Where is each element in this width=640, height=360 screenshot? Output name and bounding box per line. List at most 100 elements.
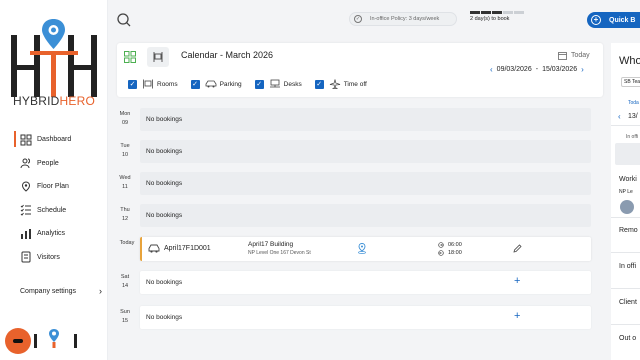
schedule-icon bbox=[20, 204, 31, 217]
working-label: Worki bbox=[619, 176, 637, 183]
day-cell[interactable]: No bookings bbox=[140, 140, 591, 163]
booking-id: April17F1D001 bbox=[164, 245, 211, 252]
range-start: 09/03/2026 bbox=[496, 66, 532, 73]
search-icon[interactable] bbox=[116, 12, 132, 28]
calendar-title: Calendar - March 2026 bbox=[181, 50, 274, 60]
filter-label: Time off bbox=[343, 80, 367, 88]
company-settings[interactable]: Company settings › bbox=[20, 286, 102, 296]
parking-car-icon bbox=[205, 80, 216, 88]
divider bbox=[611, 324, 640, 325]
no-bookings-text: No bookings bbox=[146, 314, 183, 321]
checkbox-checked-icon[interactable]: ✓ bbox=[128, 79, 137, 89]
day-label: Tue 10 bbox=[120, 143, 130, 158]
no-bookings-text: No bookings bbox=[146, 180, 183, 187]
sidebar-nav: Dashboard People Floor Plan Schedule Ana… bbox=[0, 128, 108, 269]
no-bookings-text: No bookings bbox=[146, 279, 183, 286]
day-label: Today bbox=[119, 240, 135, 246]
day-label: Sun 15 bbox=[120, 309, 130, 324]
visitors-icon bbox=[21, 251, 31, 263]
checkbox-checked-icon[interactable]: ✓ bbox=[190, 79, 200, 89]
checkbox-checked-icon[interactable]: ✓ bbox=[254, 79, 264, 89]
meeting-room-icon bbox=[153, 52, 163, 62]
divider bbox=[611, 125, 640, 126]
day-cell[interactable]: No bookings bbox=[140, 172, 591, 195]
filter-label: Parking bbox=[219, 80, 242, 88]
filter-desks[interactable]: ✓ Desks bbox=[254, 79, 302, 89]
days-progress-bar bbox=[470, 11, 524, 14]
remote-label: Remo bbox=[619, 227, 638, 234]
grid-view-button[interactable] bbox=[119, 47, 141, 67]
date-range: ‹ 09/03/2026 - 15/03/2026 › bbox=[490, 65, 584, 74]
progress-segment bbox=[514, 11, 524, 14]
analytics-icon bbox=[21, 228, 31, 239]
dashboard-icon bbox=[20, 134, 32, 146]
in-office-section-label: In offi bbox=[619, 263, 636, 270]
quick-book-label: Quick B bbox=[609, 16, 636, 24]
day-cell[interactable]: No bookings bbox=[140, 204, 591, 227]
sidebar-item-label: Dashboard bbox=[37, 136, 72, 144]
sidebar-item-analytics[interactable]: Analytics bbox=[0, 222, 108, 246]
filter-time-off[interactable]: ✓ Time off bbox=[314, 79, 367, 89]
calendar-header: Calendar - March 2026 Today ‹ 09/03/2026… bbox=[117, 43, 603, 97]
no-bookings-text: No bookings bbox=[146, 148, 183, 155]
range-separator: - bbox=[535, 66, 539, 73]
day-label: Wed 11 bbox=[119, 175, 131, 190]
client-label: Client bbox=[619, 299, 637, 306]
sidebar-item-people[interactable]: People bbox=[0, 152, 108, 176]
check-circle-icon: ✓ bbox=[354, 15, 362, 23]
out-of-office-label: Out o bbox=[619, 335, 637, 342]
booking-card[interactable]: April17F1D001 April17 Building NP Level … bbox=[140, 237, 591, 261]
quick-book-button[interactable]: + Quick B bbox=[587, 12, 640, 28]
edit-pencil-icon[interactable] bbox=[513, 244, 522, 253]
room-view-button[interactable] bbox=[147, 47, 169, 67]
in-office-policy-badge: ✓ In-office Policy: 3 days/week bbox=[349, 12, 457, 26]
map-pin-icon[interactable] bbox=[357, 243, 367, 254]
sidebar-item-dashboard[interactable]: Dashboard bbox=[0, 128, 108, 152]
sidebar-item-schedule[interactable]: Schedule bbox=[0, 199, 108, 223]
prev-week-button[interactable]: ‹ bbox=[490, 65, 493, 74]
sidebar-item-label: Floor Plan bbox=[37, 183, 69, 191]
policy-text: In-office Policy: 3 days/week bbox=[370, 16, 440, 22]
desk-icon bbox=[269, 79, 280, 88]
progress-segment bbox=[481, 11, 491, 14]
no-bookings-text: No bookings bbox=[146, 212, 183, 219]
no-bookings-text: No bookings bbox=[146, 116, 183, 123]
day-cell[interactable]: No bookings + bbox=[140, 271, 591, 294]
divider bbox=[611, 288, 640, 289]
day-cell[interactable]: No bookings + bbox=[140, 306, 591, 329]
progress-segment bbox=[492, 11, 502, 14]
today-label: Today bbox=[571, 52, 590, 59]
calendar-body: Mon 09 No bookings Tue 10 No bookings Wed 1… bbox=[108, 103, 600, 338]
add-booking-button[interactable]: + bbox=[514, 276, 520, 287]
chat-launcher-button[interactable] bbox=[5, 328, 31, 354]
office-summary-box bbox=[615, 143, 640, 165]
filter-rooms[interactable]: ✓ Rooms bbox=[128, 79, 178, 89]
checkbox-checked-icon[interactable]: ✓ bbox=[314, 79, 324, 89]
next-week-button[interactable]: › bbox=[581, 65, 584, 74]
chat-icon bbox=[13, 339, 23, 343]
team-filter-dropdown[interactable]: SB Tea bbox=[621, 77, 640, 87]
progress-segment bbox=[470, 11, 480, 14]
add-booking-button[interactable]: + bbox=[514, 311, 520, 322]
sidebar: HYBRIDHERO Dashboard People Floor Plan S… bbox=[0, 0, 108, 360]
grid-view-icon bbox=[124, 51, 136, 63]
sidebar-item-label: Schedule bbox=[37, 206, 67, 214]
day-label: Mon 09 bbox=[119, 111, 131, 126]
prev-day-button[interactable]: ‹ bbox=[618, 112, 621, 121]
plus-icon: + bbox=[591, 15, 601, 25]
today-button[interactable]: Today bbox=[558, 51, 590, 60]
booking-times: 06:00 18:00 bbox=[438, 241, 462, 257]
chevron-right-icon: › bbox=[99, 286, 102, 296]
in-office-label: In offi bbox=[626, 134, 639, 140]
filter-label: Rooms bbox=[157, 80, 178, 88]
day-cell[interactable]: No bookings bbox=[140, 108, 591, 131]
filter-parking[interactable]: ✓ Parking bbox=[190, 79, 242, 89]
range-end: 15/03/2026 bbox=[542, 66, 578, 73]
booking-address: NP Level One 167 Devon St bbox=[248, 250, 311, 256]
today-link[interactable]: Toda bbox=[628, 100, 639, 106]
avatar[interactable] bbox=[620, 200, 634, 214]
sidebar-item-floor-plan[interactable]: Floor Plan bbox=[0, 175, 108, 199]
whos-in-panel: Who SB Tea Toda ‹ 13/ In offi Worki NP L… bbox=[611, 43, 640, 360]
sidebar-item-visitors[interactable]: Visitors bbox=[0, 246, 108, 270]
floor-plan-icon bbox=[21, 181, 31, 192]
